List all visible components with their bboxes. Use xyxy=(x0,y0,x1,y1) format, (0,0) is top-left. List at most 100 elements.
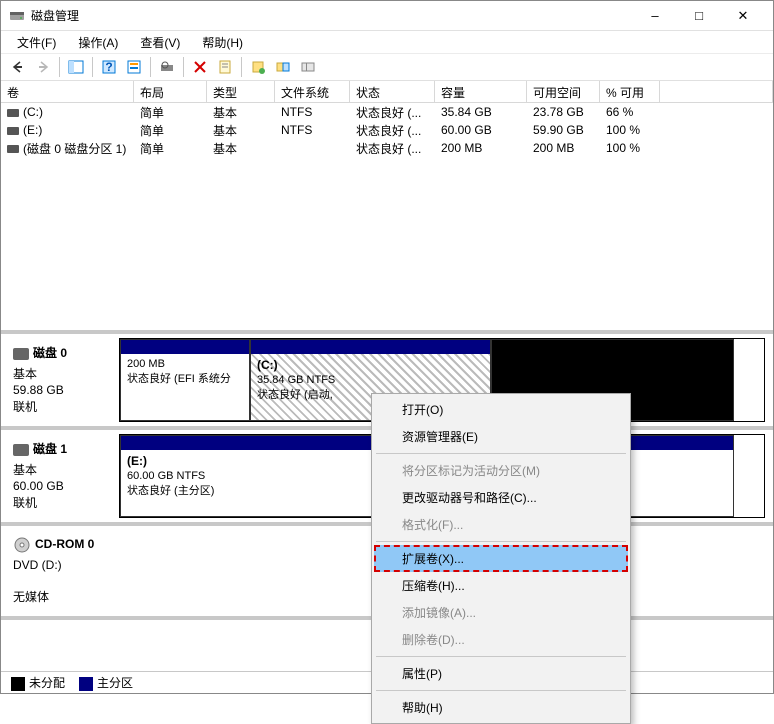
cell-free: 59.90 GB xyxy=(527,122,600,138)
volume-list-header: 卷 布局 类型 文件系统 状态 容量 可用空间 % 可用 xyxy=(1,81,773,103)
ctx-mark-active: 将分区标记为活动分区(M) xyxy=(374,457,628,484)
ctx-extend-volume[interactable]: 扩展卷(X)... xyxy=(374,545,628,572)
cell-capacity: 35.84 GB xyxy=(435,104,527,120)
volume-name: (C:) xyxy=(23,105,43,119)
partition-name: (C:) xyxy=(257,358,484,372)
tool-button-3[interactable] xyxy=(297,56,319,78)
volume-name: (E:) xyxy=(23,123,42,137)
minimize-button[interactable]: – xyxy=(633,2,677,30)
app-icon xyxy=(9,8,25,24)
ctx-delete-volume: 删除卷(D)... xyxy=(374,626,628,653)
volume-row[interactable]: (E:)简单基本NTFS状态良好 (...60.00 GB59.90 GB100… xyxy=(1,121,773,139)
disk-type: DVD (D:) xyxy=(13,558,115,572)
menu-bar: 文件(F) 操作(A) 查看(V) 帮助(H) xyxy=(1,31,773,53)
cell-pct: 100 % xyxy=(600,140,660,156)
col-volume[interactable]: 卷 xyxy=(1,81,134,102)
refresh-button[interactable] xyxy=(156,56,178,78)
cell-type: 基本 xyxy=(207,139,275,158)
legend-swatch-primary xyxy=(79,677,93,691)
disk-label-panel[interactable]: CD-ROM 0 DVD (D:) 无媒体 xyxy=(9,530,119,612)
col-filesystem[interactable]: 文件系统 xyxy=(275,81,350,102)
back-button[interactable] xyxy=(7,56,29,78)
cell-status: 状态良好 (... xyxy=(350,103,435,122)
ctx-add-mirror: 添加镜像(A)... xyxy=(374,599,628,626)
disk-type: 基本 xyxy=(13,365,115,382)
svg-text:?: ? xyxy=(105,60,112,74)
col-capacity[interactable]: 容量 xyxy=(435,81,527,102)
ctx-explorer[interactable]: 资源管理器(E) xyxy=(374,423,628,450)
volume-icon xyxy=(7,127,19,135)
tool-button-2[interactable] xyxy=(272,56,294,78)
disk-name: 磁盘 0 xyxy=(13,344,115,361)
volume-row[interactable]: (磁盘 0 磁盘分区 1)简单基本状态良好 (...200 MB200 MB10… xyxy=(1,139,773,157)
window-title: 磁盘管理 xyxy=(31,7,633,24)
col-free[interactable]: 可用空间 xyxy=(527,81,600,102)
cell-free: 200 MB xyxy=(527,140,600,156)
tool-button-1[interactable] xyxy=(247,56,269,78)
cell-fs xyxy=(275,147,350,149)
menu-action[interactable]: 操作(A) xyxy=(68,32,128,53)
menu-file[interactable]: 文件(F) xyxy=(7,32,66,53)
toolbar: ? xyxy=(1,53,773,81)
cell-layout: 简单 xyxy=(134,103,207,122)
volume-icon xyxy=(7,145,19,153)
cell-fs: NTFS xyxy=(275,122,350,138)
cell-type: 基本 xyxy=(207,121,275,140)
disk-status: 联机 xyxy=(13,494,115,511)
cell-pct: 66 % xyxy=(600,104,660,120)
forward-button[interactable] xyxy=(32,56,54,78)
col-status[interactable]: 状态 xyxy=(350,81,435,102)
disk-label-panel[interactable]: 磁盘 0 基本59.88 GB联机 xyxy=(9,338,119,422)
disk-status: 无媒体 xyxy=(13,588,115,605)
cell-pct: 100 % xyxy=(600,122,660,138)
cell-capacity: 200 MB xyxy=(435,140,527,156)
cell-status: 状态良好 (... xyxy=(350,139,435,158)
partition-size: 35.84 GB NTFS xyxy=(257,374,484,386)
ctx-properties[interactable]: 属性(P) xyxy=(374,660,628,687)
disk-name: CD-ROM 0 xyxy=(13,536,115,554)
partition-size: 200 MB xyxy=(127,358,243,370)
disk-status: 联机 xyxy=(13,398,115,415)
cell-layout: 简单 xyxy=(134,121,207,140)
settings-button[interactable] xyxy=(123,56,145,78)
disk-size: 59.88 GB xyxy=(13,383,115,397)
ctx-open[interactable]: 打开(O) xyxy=(374,396,628,423)
maximize-button[interactable]: □ xyxy=(677,2,721,30)
volume-list: 卷 布局 类型 文件系统 状态 容量 可用空间 % 可用 (C:)简单基本NTF… xyxy=(1,81,773,334)
help-button[interactable]: ? xyxy=(98,56,120,78)
disk-type: 基本 xyxy=(13,461,115,478)
title-bar: 磁盘管理 – □ ✕ xyxy=(1,1,773,31)
cell-type: 基本 xyxy=(207,103,275,122)
cell-layout: 简单 xyxy=(134,139,207,158)
disk-icon xyxy=(13,348,29,360)
disk-name: 磁盘 1 xyxy=(13,440,115,457)
ctx-shrink-volume[interactable]: 压缩卷(H)... xyxy=(374,572,628,599)
legend-unallocated: 未分配 xyxy=(29,676,65,690)
legend-primary: 主分区 xyxy=(97,676,133,690)
volume-icon xyxy=(7,109,19,117)
menu-help[interactable]: 帮助(H) xyxy=(192,32,253,53)
col-type[interactable]: 类型 xyxy=(207,81,275,102)
show-hide-tree-button[interactable] xyxy=(65,56,87,78)
disk-icon xyxy=(13,444,29,456)
menu-view[interactable]: 查看(V) xyxy=(130,32,190,53)
legend-swatch-unallocated xyxy=(11,677,25,691)
disk-label-panel[interactable]: 磁盘 1 基本60.00 GB联机 xyxy=(9,434,119,518)
ctx-change-letter[interactable]: 更改驱动器号和路径(C)... xyxy=(374,484,628,511)
col-pctfree[interactable]: % 可用 xyxy=(600,81,660,102)
cell-capacity: 60.00 GB xyxy=(435,122,527,138)
cell-free: 23.78 GB xyxy=(527,104,600,120)
ctx-help[interactable]: 帮助(H) xyxy=(374,694,628,721)
volume-row[interactable]: (C:) 简单基本NTFS状态良好 (...35.84 GB23.78 GB66 … xyxy=(1,103,773,121)
ctx-format: 格式化(F)... xyxy=(374,511,628,538)
partition[interactable]: 200 MB状态良好 (EFI 系统分 xyxy=(120,339,250,421)
partition-status: 状态良好 (EFI 系统分 xyxy=(127,370,243,386)
close-button[interactable]: ✕ xyxy=(721,2,765,30)
properties-button[interactable] xyxy=(214,56,236,78)
cell-fs: NTFS xyxy=(275,104,350,120)
volume-name: (磁盘 0 磁盘分区 1) xyxy=(23,142,126,156)
context-menu: 打开(O) 资源管理器(E) 将分区标记为活动分区(M) 更改驱动器号和路径(C… xyxy=(371,393,631,724)
disk-size: 60.00 GB xyxy=(13,479,115,493)
delete-button[interactable] xyxy=(189,56,211,78)
col-layout[interactable]: 布局 xyxy=(134,81,207,102)
